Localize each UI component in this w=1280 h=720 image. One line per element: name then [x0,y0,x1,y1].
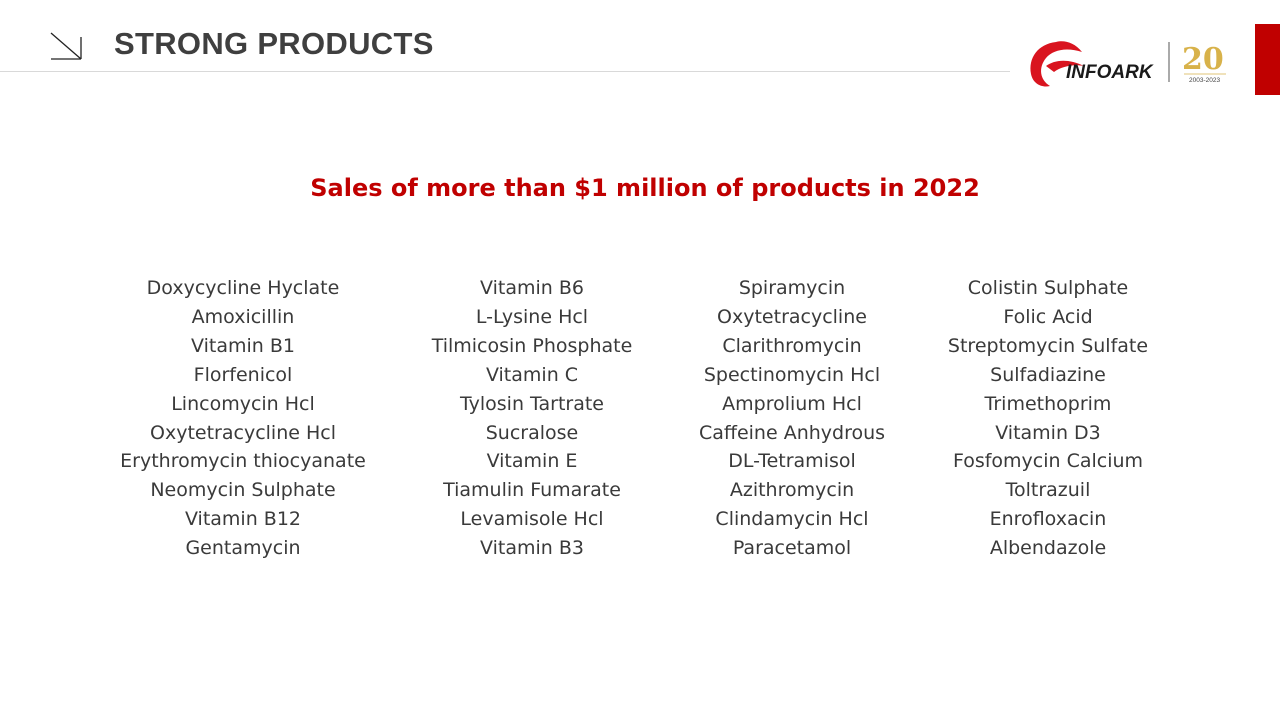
product-item: Spiramycin [738,277,846,299]
product-item: Florfenicol [193,363,293,386]
product-item: Azithromycin [729,479,855,502]
page-title: STRONG PRODUCTS [114,26,434,61]
product-item: Sulfadiazine [990,363,1106,386]
product-item: Oxytetracycline [717,305,867,328]
product-item: Albendazole [989,537,1107,560]
product-item: Colistin Sulphate [967,277,1129,299]
product-column-4: Colistin Sulphate Folic Acid Streptomyci… [898,274,1198,563]
product-item: Levamisole Hcl [460,508,604,531]
product-item: Fosfomycin Calcium [952,450,1144,473]
red-edge-tab [1255,24,1280,95]
product-item: Erythromycin thiocyanate [120,450,366,473]
product-item: Doxycycline Hyclate [146,277,340,299]
product-item: Oxytetracycline Hcl [150,421,336,444]
product-item: Vitamin B1 [191,334,295,357]
brand-logo: INFOARK 20 2003-2023 [1030,41,1226,87]
product-item: Sucralose [485,421,579,444]
product-item: Lincomycin Hcl [171,392,315,415]
product-item: Vitamin B3 [480,537,584,560]
product-item: Vitamin B12 [184,508,302,531]
product-item: L-Lysine Hcl [475,305,589,328]
product-item: Neomycin Sulphate [150,479,336,502]
brand-name: INFOARK [1066,62,1154,83]
product-item: Amprolium Hcl [722,392,862,415]
product-item: Gentamycin [185,537,301,560]
product-item: Clarithromycin [722,334,862,357]
product-item: Clindamycin Hcl [715,508,869,531]
product-item: Vitamin E [486,450,578,473]
product-column-1: Doxycycline Hyclate Amoxicillin Vitamin … [93,274,393,563]
product-item: Paracetamol [732,537,852,560]
product-column-3: Spiramycin Oxytetracycline Clarithromyci… [642,274,942,563]
product-item: Caffeine Anhydrous [698,421,886,444]
page-subtitle: Sales of more than $1 million of product… [310,174,980,202]
anniversary-years: 2003-2023 [1189,77,1220,84]
product-item: Amoxicillin [191,305,295,328]
product-column-2: Vitamin B6 L-Lysine Hcl Tilmicosin Phosp… [382,274,682,563]
product-item: Streptomycin Sulfate [947,334,1149,357]
product-item: Tylosin Tartrate [459,392,604,415]
product-item: DL-Tetramisol [728,450,856,473]
product-item: Tilmicosin Phosphate [431,334,633,357]
product-item: Enrofloxacin [989,508,1107,531]
product-item: Spectinomycin Hcl [703,363,881,386]
anniversary-number: 20 [1182,42,1224,77]
20th-anniversary-badge-icon: 20 2003-2023 [1182,42,1226,84]
product-item: Vitamin C [485,363,579,386]
corner-arrow-icon [50,32,82,60]
product-item: Toltrazuil [1005,479,1091,502]
product-item: Trimethoprim [984,392,1112,415]
product-item: Vitamin D3 [995,421,1101,444]
product-item: Vitamin B6 [480,277,584,299]
header-divider [0,71,1010,72]
product-item: Tiamulin Fumarate [443,479,621,502]
product-item: Folic Acid [1003,305,1093,328]
